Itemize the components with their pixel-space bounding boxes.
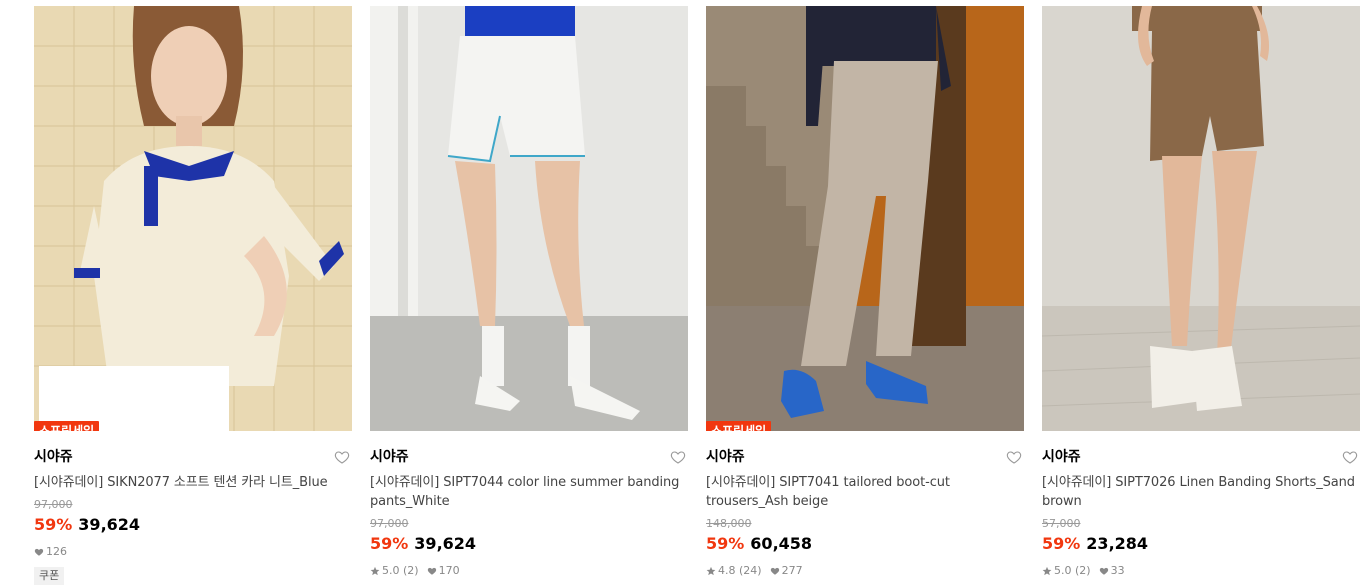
rating: 5.0 (2) xyxy=(1054,564,1091,577)
heart-outline-icon[interactable] xyxy=(1342,449,1358,465)
star-icon xyxy=(706,566,716,576)
product-image[interactable] xyxy=(370,6,688,431)
product-card[interactable]: 시야쥬 [시야쥬데이] SIPT7044 color line summer b… xyxy=(370,6,688,578)
brand-name[interactable]: 시야쥬 xyxy=(34,447,352,467)
original-price: 148,000 xyxy=(706,517,752,530)
coupon-tag: 쿠폰 xyxy=(34,567,65,585)
original-price: 97,000 xyxy=(370,517,409,530)
product-image[interactable] xyxy=(1042,6,1360,431)
product-name[interactable]: [시야쥬데이] SIPT7041 tailored boot-cut trous… xyxy=(706,473,1024,511)
product-name[interactable]: [시야쥬데이] SIKN2077 소프트 텐션 카라 니트_Blue xyxy=(34,473,352,492)
brand-name[interactable]: 시야쥬 xyxy=(370,447,688,467)
star-icon xyxy=(370,566,380,576)
original-price: 57,000 xyxy=(1042,517,1081,530)
sale-price: 60,458 xyxy=(750,534,813,553)
discount-rate: 59% xyxy=(706,534,745,553)
rating: 4.8 (24) xyxy=(718,564,762,577)
sale-badge: 스프링세일 xyxy=(706,421,772,431)
star-icon xyxy=(1042,566,1052,576)
product-name[interactable]: [시야쥬데이] SIPT7026 Linen Banding Shorts_Sa… xyxy=(1042,473,1360,511)
product-card[interactable]: 스프링세일 시야쥬 [시야쥬데이] SIKN2077 소프트 텐션 카라 니트_… xyxy=(34,6,352,585)
product-card[interactable]: 시야쥬 [시야쥬데이] SIPT7026 Linen Banding Short… xyxy=(1042,6,1360,578)
rating: 5.0 (2) xyxy=(382,564,419,577)
product-name[interactable]: [시야쥬데이] SIPT7044 color line summer bandi… xyxy=(370,473,688,511)
heart-filled-icon xyxy=(1099,567,1108,575)
original-price: 97,000 xyxy=(34,498,73,511)
discount-rate: 59% xyxy=(34,515,73,534)
discount-rate: 59% xyxy=(1042,534,1081,553)
like-count: 170 xyxy=(438,564,460,577)
heart-outline-icon[interactable] xyxy=(1006,449,1022,465)
brand-name[interactable]: 시야쥬 xyxy=(706,447,1024,467)
like-count: 126 xyxy=(46,545,67,558)
sale-price: 39,624 xyxy=(414,534,477,553)
sale-badge: 스프링세일 xyxy=(34,421,100,431)
like-count: 277 xyxy=(781,564,803,577)
heart-outline-icon[interactable] xyxy=(670,449,686,465)
like-count: 33 xyxy=(1110,564,1125,577)
heart-filled-icon xyxy=(427,567,436,575)
heart-filled-icon xyxy=(770,567,779,575)
sale-price: 23,284 xyxy=(1086,534,1149,553)
brand-name[interactable]: 시야쥬 xyxy=(1042,447,1360,467)
product-card[interactable]: 스프링세일 시야쥬 [시야쥬데이] SIPT7041 tailored boot… xyxy=(706,6,1024,578)
heart-filled-icon xyxy=(34,548,44,556)
discount-rate: 59% xyxy=(370,534,409,553)
product-image[interactable]: 스프링세일 xyxy=(34,6,352,431)
heart-outline-icon[interactable] xyxy=(334,449,350,465)
product-grid: 스프링세일 시야쥬 [시야쥬데이] SIKN2077 소프트 텐션 카라 니트_… xyxy=(0,0,1360,587)
product-image[interactable]: 스프링세일 xyxy=(706,6,1024,431)
sale-price: 39,624 xyxy=(78,515,141,534)
